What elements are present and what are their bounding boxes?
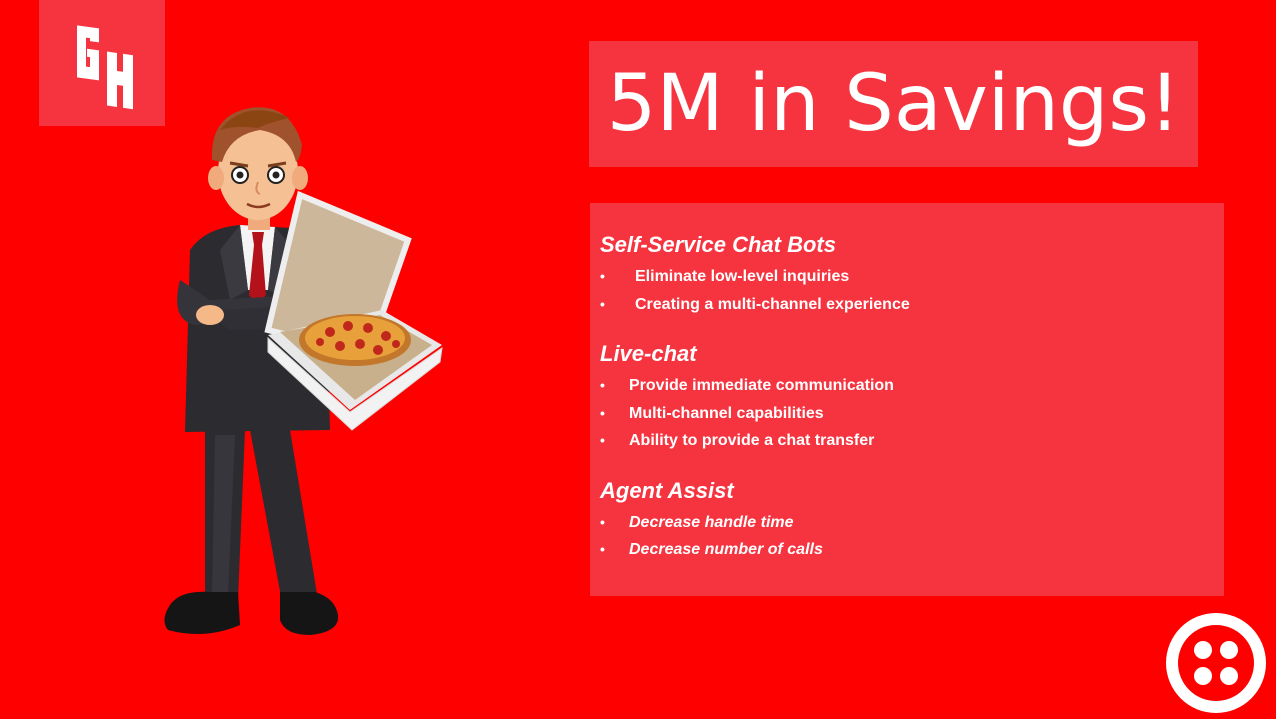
list-item: • Ability to provide a chat transfer: [600, 427, 1214, 455]
list-item: • Decrease number of calls: [600, 536, 1214, 564]
bullet-icon: •: [600, 432, 605, 448]
section-self-service: Self-Service Chat Bots • Eliminate low-le…: [600, 231, 1214, 318]
grubhub-logo-icon: [77, 25, 133, 110]
content-panel: Self-Service Chat Bots • Eliminate low-le…: [590, 203, 1224, 596]
bullet-icon: •: [600, 541, 605, 557]
list-item: • Multi-channel capabilities: [600, 400, 1214, 428]
businessman-pizza-illustration: [150, 100, 450, 650]
bullet-icon: •: [600, 377, 605, 393]
bullet-icon: •: [600, 295, 605, 312]
section-heading: Agent Assist: [600, 477, 734, 503]
twilio-logo: [1166, 613, 1266, 718]
list-item: • Decrease handle time: [600, 509, 1214, 537]
section-heading: Self-Service Chat Bots: [600, 232, 836, 257]
list-item: • Provide immediate communication: [600, 372, 1214, 400]
list-item: • Eliminate low-level inquiries: [600, 263, 1214, 291]
bullet-icon: •: [600, 268, 605, 284]
title-banner: 5M in Savings!: [589, 41, 1198, 167]
section-live-chat: Live-chat • Provide immediate communicati…: [600, 340, 1214, 455]
grubhub-logo: [39, 0, 165, 126]
bullet-icon: •: [600, 513, 605, 530]
section-agent-assist: Agent Assist • Decrease handle time • Decr…: [600, 477, 1214, 564]
page-title: 5M in Savings!: [606, 59, 1181, 149]
list-item: • Creating a multi-channel experience: [600, 291, 1214, 319]
twilio-logo-icon: [1166, 613, 1266, 713]
bullet-icon: •: [600, 404, 605, 421]
section-heading: Live-chat: [600, 341, 697, 366]
